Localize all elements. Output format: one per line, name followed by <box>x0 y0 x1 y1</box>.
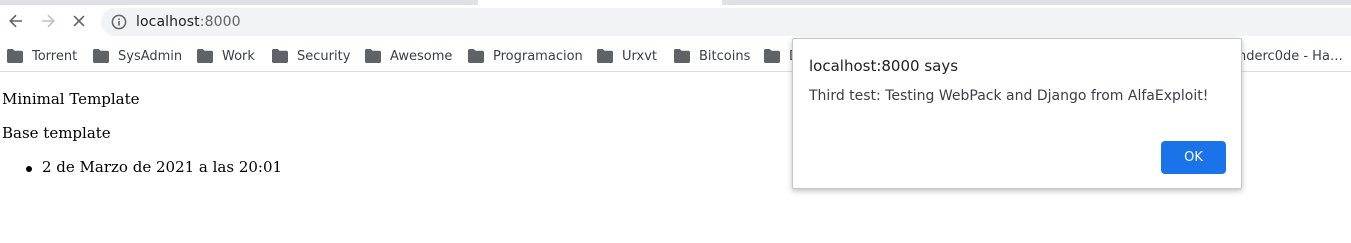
alert-dialog: localhost:8000 says Third test: Testing … <box>792 38 1242 189</box>
folder-icon <box>597 49 613 63</box>
url-port: :8000 <box>199 14 241 30</box>
info-icon[interactable] <box>111 14 127 30</box>
dialog-message: Third test: Testing WebPack and Django f… <box>809 88 1209 104</box>
folder-icon <box>468 49 484 63</box>
bookmark-label: Bitcoins <box>699 48 751 64</box>
bookmark-folder-work[interactable]: Work <box>197 47 255 65</box>
bookmark-folder-urxvt[interactable]: Urxvt <box>597 47 657 65</box>
bookmark-folder-security[interactable]: Security <box>272 47 350 65</box>
minimal-template-text: Minimal Template <box>2 90 140 108</box>
base-template-text: Base template <box>2 124 111 142</box>
url-host: localhost <box>136 14 200 30</box>
bookmark-label: Torrent <box>32 48 78 64</box>
bookmark-label: Awesome <box>390 48 453 64</box>
bookmark-label: Urxvt <box>622 48 657 64</box>
dialog-title: localhost:8000 says <box>809 57 959 75</box>
list-item: 2 de Marzo de 2021 a las 20:01 <box>22 158 282 176</box>
bookmark-label: Work <box>222 48 255 64</box>
folder-icon <box>93 49 109 63</box>
forward-button[interactable] <box>34 7 62 35</box>
folder-icon <box>197 49 213 63</box>
arrow-left-icon <box>9 14 22 28</box>
folder-icon <box>764 49 780 63</box>
arrow-right-icon <box>42 14 55 28</box>
browser-toolbar: localhost:8000 <box>0 5 1351 39</box>
stop-loading-button[interactable] <box>65 7 93 35</box>
close-icon <box>73 15 85 27</box>
bookmark-folder-sysadmin[interactable]: SysAdmin <box>93 47 182 65</box>
folder-icon <box>365 49 381 63</box>
folder-icon <box>674 49 690 63</box>
bookmark-folder-programacion[interactable]: Programacion <box>468 47 583 65</box>
back-button[interactable] <box>2 7 30 35</box>
folder-icon <box>7 49 23 63</box>
bookmark-label: SysAdmin <box>118 48 183 64</box>
bookmark-label: nderc0de - Ha… <box>1238 48 1343 64</box>
bookmark-folder-awesome[interactable]: Awesome <box>365 47 452 65</box>
bookmark-label: Security <box>297 48 351 64</box>
date-list: 2 de Marzo de 2021 a las 20:01 <box>22 158 282 176</box>
bookmark-folder-torrent[interactable]: Torrent <box>7 47 77 65</box>
address-url[interactable]: localhost:8000 <box>136 14 241 30</box>
bookmark-label: Programacion <box>493 48 583 64</box>
address-bar[interactable]: localhost:8000 <box>101 8 1351 36</box>
folder-icon <box>272 49 288 63</box>
ok-button-label: OK <box>1184 150 1203 165</box>
bookmark-underc0de[interactable]: nderc0de - Ha… <box>1238 47 1343 65</box>
bookmark-folder-bitcoins[interactable]: Bitcoins <box>674 47 750 65</box>
ok-button[interactable]: OK <box>1161 141 1226 174</box>
